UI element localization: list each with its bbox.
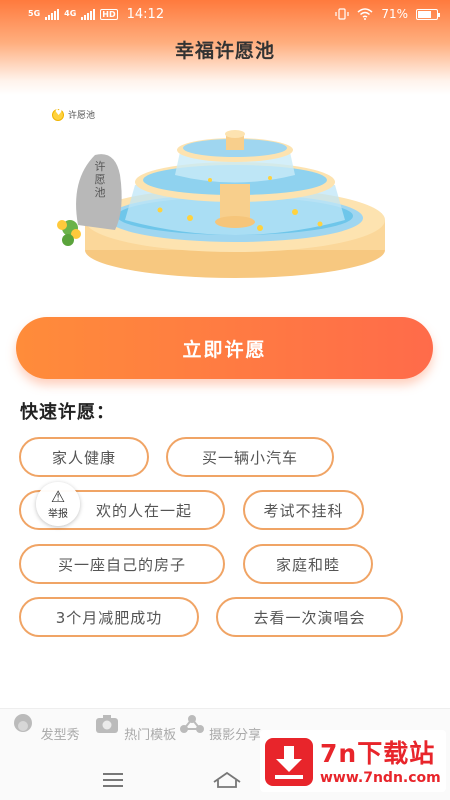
camera-icon xyxy=(95,715,118,733)
home-icon[interactable] xyxy=(212,770,242,788)
quick-wish-chip[interactable]: 考试不挂科 xyxy=(243,490,364,530)
nav-item-photo-share[interactable]: 摄影分享 xyxy=(175,713,265,743)
battery-fill xyxy=(418,10,431,18)
watermark-url: www.7ndn.com xyxy=(320,770,441,786)
nav-item-hot-templates[interactable]: 热门模板 xyxy=(90,713,180,743)
network-4g-label: 4G xyxy=(64,9,77,18)
nav-label: 发型秀 xyxy=(40,728,80,743)
battery-icon xyxy=(416,8,440,20)
clock: 14:12 xyxy=(126,6,165,22)
stone-char: 许 xyxy=(94,160,106,173)
download-logo-icon xyxy=(265,738,313,786)
quick-wish-chip[interactable]: 去看一次演唱会 xyxy=(216,597,403,637)
quick-wish-chip[interactable]: 买一座自己的房子 xyxy=(19,544,225,584)
network-5g-label: 5G xyxy=(28,9,41,18)
signal-icon xyxy=(81,8,96,20)
status-bar: 5G 4G HD 14:12 71% xyxy=(0,0,450,28)
menu-icon[interactable] xyxy=(103,773,123,791)
quick-wish-chip[interactable]: 家人健康 xyxy=(19,437,149,477)
vibrate-icon xyxy=(335,8,349,20)
report-button[interactable]: ⚠ 举报 xyxy=(36,482,80,526)
quick-wish-chip[interactable]: 家庭和睦 xyxy=(243,544,373,584)
warning-icon: ⚠ xyxy=(50,486,66,506)
wifi-icon xyxy=(357,8,373,20)
nav-label: 热门模板 xyxy=(124,728,177,743)
hair-icon xyxy=(14,714,33,732)
nav-item-hair-show[interactable]: 发型秀 xyxy=(0,713,90,743)
make-wish-button[interactable]: 立即许愿 xyxy=(16,317,433,379)
quick-wish-title: 快速许愿： xyxy=(20,402,115,423)
hd-badge: HD xyxy=(100,8,118,20)
battery-percent: 71% xyxy=(381,7,408,21)
page-title: 幸福许愿池 xyxy=(174,40,275,62)
share-icon xyxy=(179,715,204,733)
quick-wish-chip[interactable]: 买一辆小汽车 xyxy=(166,437,334,477)
nav-label: 摄影分享 xyxy=(209,728,262,743)
watermark-title: 7n下载站 xyxy=(320,739,436,768)
quick-wish-chip[interactable]: 3个月减肥成功 xyxy=(19,597,199,637)
stone-char: 池 xyxy=(94,186,106,199)
stone-char: 愿 xyxy=(94,173,106,186)
watermark: 7n下载站 www.7ndn.com xyxy=(260,730,446,792)
signal-icon xyxy=(45,8,60,20)
report-label: 举报 xyxy=(48,508,68,520)
stone-inscription: 许 愿 池 xyxy=(90,160,110,199)
